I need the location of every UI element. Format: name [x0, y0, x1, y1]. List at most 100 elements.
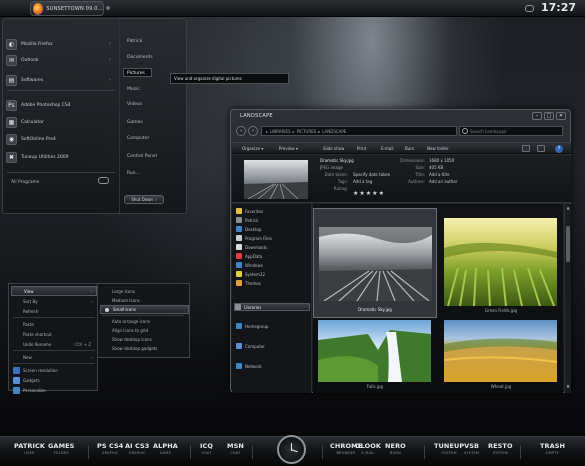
start-menu-link-controlpanel[interactable]: Control Panel [127, 154, 157, 159]
start-menu-item[interactable]: ▦ Calculator [6, 114, 114, 130]
start-menu-link-computer[interactable]: Computer [127, 136, 149, 141]
star-icon[interactable]: ★ [372, 191, 377, 197]
start-menu-item[interactable]: ✖ Tuneup Utilities 2009 [6, 149, 114, 165]
clock-gadget-icon[interactable] [277, 435, 306, 464]
minimize-button[interactable]: – [532, 112, 542, 120]
maximize-button[interactable]: □ [544, 112, 554, 120]
start-menu-item[interactable]: ▤ Softwares › [6, 72, 114, 88]
nav-item-downloads[interactable]: Downloads [236, 243, 310, 251]
organize-button[interactable]: Organize ▾ [242, 146, 263, 151]
context-menu-item[interactable]: Paste shortcut [11, 329, 97, 339]
all-programs-button[interactable] [98, 177, 109, 184]
context-menu-item[interactable]: Personalize [11, 385, 97, 395]
close-button[interactable]: ✕ [556, 112, 566, 120]
vertical-scrollbar[interactable]: ▲ ▼ [564, 204, 571, 393]
star-icon[interactable]: ★ [366, 191, 371, 197]
taskbar-firefox-button[interactable]: SUNSETTOWN 09.0... [30, 1, 104, 16]
dock-item-games[interactable]: GAMES FOLDER [48, 442, 74, 455]
start-menu-link-pictures[interactable]: Pictures [123, 68, 152, 77]
context-menu-item[interactable]: Screen resolution [11, 365, 97, 375]
shutdown-button[interactable]: Shut Down › [124, 195, 164, 204]
nav-item-system32[interactable]: System32 [236, 270, 310, 278]
dock-item-trash[interactable]: TRASH EMPTY [540, 442, 565, 455]
burn-button[interactable]: Burn [405, 146, 414, 151]
view-submenu-item[interactable]: Medium Icons [100, 296, 189, 305]
dock-item-pscs4[interactable]: PS CS4 GRAPHIC [97, 442, 123, 455]
star-icon[interactable]: ★ [353, 191, 358, 197]
star-icon[interactable]: ★ [359, 191, 364, 197]
context-menu-item[interactable]: View › [11, 286, 97, 296]
start-menu-item[interactable]: Ps Adobe Photoshop CS4 [6, 97, 114, 113]
scroll-up-icon[interactable]: ▲ [565, 205, 571, 210]
nav-item-desktop[interactable]: Desktop [236, 225, 310, 233]
print-button[interactable]: Print [357, 146, 366, 151]
scroll-down-icon[interactable]: ▼ [565, 384, 571, 389]
file-thumbnail[interactable]: Falls.jpg [313, 320, 437, 392]
breadcrumb-pictures[interactable]: PICTURES [297, 129, 317, 134]
context-menu-item[interactable]: Sort By › [11, 296, 97, 306]
scroll-thumb[interactable] [566, 226, 570, 262]
start-menu-item[interactable]: ✉ Outlook › [6, 52, 114, 68]
show-desktop-toggle[interactable] [525, 5, 534, 12]
favorites-star[interactable]: Favorites [236, 207, 310, 215]
all-programs-label[interactable]: All Programs [11, 180, 39, 185]
detail-value[interactable]: Add an author [429, 179, 457, 184]
nav-item-computer[interactable]: Computer [236, 342, 310, 350]
address-bar[interactable]: ▸ LIBRARIES ▸ PICTURES ▸ LANDSCAPE [261, 126, 457, 136]
start-menu-link-patrick[interactable]: Patrick [127, 39, 142, 44]
nav-item-patrick[interactable]: Patrick [236, 216, 310, 224]
dock-item-tuneup[interactable]: TUNEUP SYSTEM [434, 442, 464, 455]
view-options-icon[interactable] [522, 145, 530, 152]
forward-button[interactable]: › [248, 126, 258, 136]
dock-item-patrick[interactable]: PATRICK USER [14, 442, 45, 455]
new-folder-button[interactable]: New folder [427, 146, 449, 151]
start-menu-link-run[interactable]: Run... [127, 171, 140, 176]
view-submenu-item[interactable]: Align icons to grid [100, 326, 189, 335]
dock-item-aics3[interactable]: AI CS3 GRAPHIC [125, 442, 149, 455]
dock-item-olook[interactable]: OLOOK E-MAIL [355, 442, 381, 455]
start-menu-link-documents[interactable]: Documents [127, 55, 153, 60]
context-menu-item[interactable]: Refresh [11, 306, 97, 316]
file-thumbnail[interactable]: Green Fields.jpg [439, 208, 563, 318]
dock-item-alpha[interactable]: ALPHA GAME [153, 442, 178, 455]
start-menu-link-videos[interactable]: Videos [127, 102, 142, 107]
nav-item-libraries[interactable]: Libraries [234, 303, 310, 311]
search-input[interactable]: Search Landscape [459, 126, 563, 136]
star-icon[interactable]: ★ [379, 191, 384, 197]
nav-item-appdata[interactable]: AppData [236, 252, 310, 260]
breadcrumb-libraries[interactable]: LIBRARIES [270, 129, 291, 134]
help-icon[interactable]: ? [555, 145, 563, 153]
nav-item-windows[interactable]: Windows [236, 261, 310, 269]
start-menu-link-music[interactable]: Music [127, 87, 140, 92]
nav-item-homegroup[interactable]: Homegroup [236, 322, 310, 330]
preview-pane-icon[interactable] [537, 145, 545, 152]
context-menu-item[interactable]: Gadgets [11, 375, 97, 385]
file-thumbnail[interactable]: Dramatic Sky.jpg [313, 208, 437, 318]
start-menu-item[interactable]: ◐ Mozilla Firefox › [6, 36, 114, 52]
preview-button[interactable]: Preview ▾ [279, 146, 298, 151]
view-submenu-item[interactable]: Show desktop gadgets [100, 344, 189, 353]
view-submenu-item[interactable]: Small Icons [100, 305, 189, 314]
dock-item-msn[interactable]: MSN CHAT [227, 442, 244, 455]
nav-item-themes[interactable]: Themes [236, 279, 310, 287]
view-submenu-item[interactable]: Show desktop icons [100, 335, 189, 344]
breadcrumb-landscape[interactable]: LANDSCAPE [322, 129, 346, 134]
dock-item-resto[interactable]: RESTO SYSTEM [488, 442, 513, 455]
view-submenu-item[interactable]: Large Icons [100, 287, 189, 296]
context-menu-item[interactable]: Undo Rename Ctrl + Z [11, 339, 97, 349]
file-thumbnail[interactable]: Wheat.jpg [439, 320, 563, 392]
back-button[interactable]: ‹ [236, 126, 246, 136]
nav-item-network[interactable]: Network [236, 362, 310, 370]
nav-item-programfiles[interactable]: Program Files [236, 234, 310, 242]
start-menu-item[interactable]: ◉ SoftOnline Pro4 [6, 131, 114, 147]
context-menu-item[interactable]: Paste [11, 319, 97, 329]
detail-value[interactable]: Add a title [429, 172, 450, 177]
email-button[interactable]: E-mail [381, 146, 394, 151]
context-menu-item[interactable]: New › [11, 352, 97, 362]
slideshow-button[interactable]: Slide show [323, 146, 344, 151]
rating-stars[interactable]: ★ ★ ★ ★ ★ [353, 191, 384, 197]
dock-item-nero[interactable]: NERO BURN [385, 442, 406, 455]
dock-item-icq[interactable]: ICQ CHAT [200, 442, 213, 455]
dock-item-vsb[interactable]: VSB SYSTEM [464, 442, 479, 455]
start-menu-link-games[interactable]: Games [127, 120, 143, 125]
